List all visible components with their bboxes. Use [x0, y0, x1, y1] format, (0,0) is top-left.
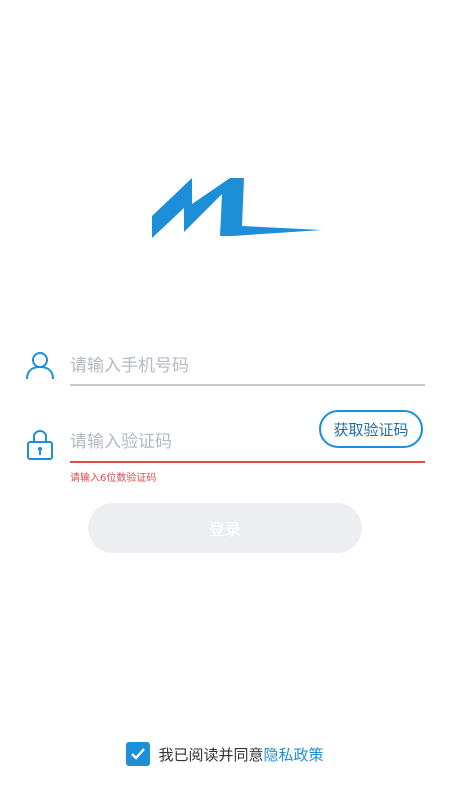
code-input[interactable] — [70, 429, 310, 455]
app-logo — [152, 178, 322, 238]
code-underline — [70, 461, 425, 463]
agreement-row: 我已阅读并同意 隐私政策 — [0, 742, 450, 766]
phone-input[interactable] — [70, 353, 410, 379]
agreement-text: 我已阅读并同意 — [158, 745, 264, 764]
phone-row — [0, 345, 450, 390]
lock-icon — [27, 429, 53, 460]
privacy-policy-link[interactable]: 隐私政策 — [264, 744, 324, 765]
get-code-button[interactable]: 获取验证码 — [319, 410, 423, 448]
code-error-text: 请输入6位数验证码 — [70, 473, 157, 484]
check-icon — [131, 748, 146, 760]
login-button[interactable]: 登录 — [88, 503, 362, 553]
phone-underline — [70, 384, 425, 386]
user-icon — [26, 352, 54, 380]
agree-checkbox[interactable] — [126, 742, 151, 766]
